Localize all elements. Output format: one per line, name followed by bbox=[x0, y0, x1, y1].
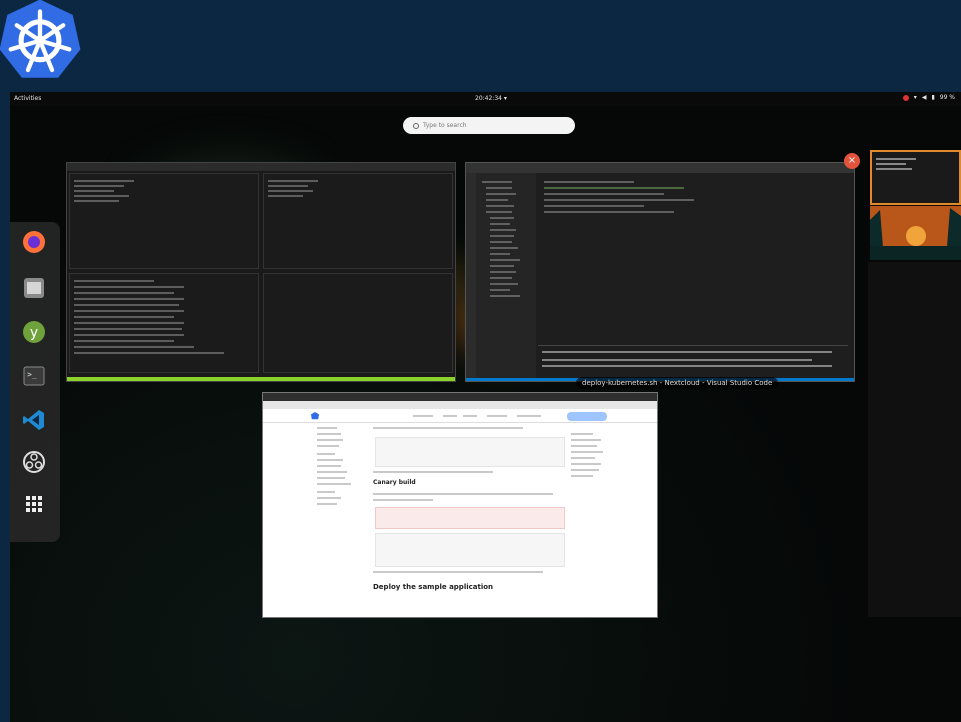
vscode-titlebar bbox=[466, 163, 854, 173]
terminal-window-thumbnail[interactable] bbox=[66, 162, 456, 382]
system-tray[interactable]: ▾ ◀ ▮ 99 % bbox=[902, 94, 955, 101]
docs-logo-icon bbox=[311, 412, 319, 420]
record-icon[interactable] bbox=[902, 94, 909, 101]
window-caption: deploy-kubernetes.sh - Nextcloud - Visua… bbox=[576, 377, 779, 389]
vscode-icon[interactable] bbox=[20, 406, 48, 434]
clock-menu[interactable]: 20:42:34 ▾ bbox=[475, 95, 507, 102]
vscode-window-thumbnail[interactable] bbox=[465, 162, 855, 382]
kubernetes-logo-icon bbox=[0, 0, 81, 78]
vscode-explorer bbox=[476, 173, 536, 381]
browser-tab-strip[interactable] bbox=[263, 393, 657, 401]
dash-dock: y >_ bbox=[10, 222, 60, 542]
network-icon[interactable]: ▾ bbox=[914, 94, 917, 101]
code-block bbox=[375, 533, 565, 567]
firefox-icon[interactable] bbox=[20, 228, 48, 256]
vscode-editor[interactable] bbox=[538, 175, 848, 295]
terminal-titlebar bbox=[67, 163, 455, 171]
video-frame: Activities 20:42:34 ▾ ▾ ◀ ▮ 99 % Type to… bbox=[0, 0, 961, 722]
files-icon[interactable] bbox=[20, 274, 48, 302]
app-grid-icon[interactable] bbox=[20, 490, 48, 518]
vscode-activity-bar bbox=[466, 173, 476, 381]
overview-search-input[interactable]: Type to search bbox=[403, 117, 575, 134]
battery-level: 99 % bbox=[939, 94, 955, 101]
yed-icon[interactable]: y bbox=[20, 318, 48, 346]
browser-address-bar[interactable] bbox=[263, 401, 657, 409]
vscode-terminal-panel[interactable] bbox=[538, 345, 848, 371]
obs-icon[interactable] bbox=[20, 448, 48, 476]
workspace-thumbnail-active[interactable] bbox=[870, 150, 961, 260]
terminal-icon[interactable]: >_ bbox=[20, 362, 48, 390]
warning-callout bbox=[375, 507, 565, 529]
code-block bbox=[375, 437, 565, 467]
search-icon bbox=[413, 122, 419, 129]
docs-site-header bbox=[263, 409, 657, 423]
terminal-pane bbox=[263, 173, 453, 269]
gnome-top-bar: Activities 20:42:34 ▾ ▾ ◀ ▮ 99 % bbox=[10, 92, 961, 106]
terminal-focus-indicator bbox=[67, 377, 455, 381]
volume-icon[interactable]: ◀ bbox=[922, 94, 927, 101]
desktop-screen: Activities 20:42:34 ▾ ▾ ◀ ▮ 99 % Type to… bbox=[10, 92, 961, 722]
workspace-thumbnail-empty[interactable] bbox=[868, 262, 961, 617]
svg-text:>_: >_ bbox=[27, 370, 37, 379]
activities-button[interactable]: Activities bbox=[14, 95, 41, 102]
terminal-pane bbox=[69, 173, 259, 269]
battery-icon[interactable]: ▮ bbox=[931, 94, 934, 101]
section-title: Deploy the sample application bbox=[373, 583, 494, 591]
terminal-pane bbox=[69, 273, 259, 373]
section-heading: Canary build bbox=[373, 479, 416, 486]
close-window-icon[interactable]: × bbox=[844, 153, 860, 169]
search-placeholder: Type to search bbox=[423, 122, 467, 129]
svg-text:y: y bbox=[30, 325, 38, 341]
browser-window-thumbnail[interactable]: Canary build Deploy the sample applicati… bbox=[262, 392, 658, 618]
terminal-pane bbox=[263, 273, 453, 373]
docs-search-input[interactable] bbox=[567, 412, 607, 421]
